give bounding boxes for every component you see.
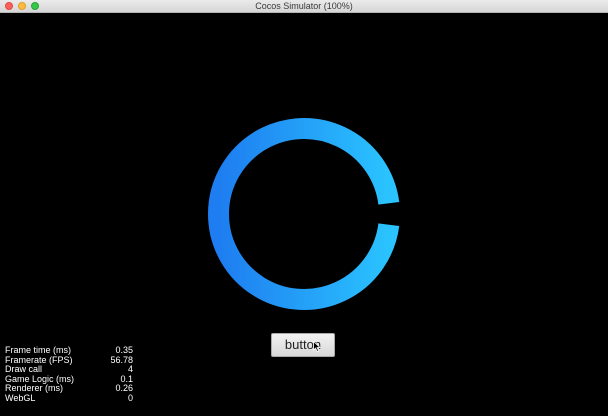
title-bar: Cocos Simulator (100%) (0, 0, 608, 13)
stat-label: WebGL (5, 392, 36, 403)
stat-row: WebGL 0 (5, 392, 133, 404)
stat-value: 0 (127, 392, 133, 403)
mouse-cursor-icon (313, 341, 321, 352)
progress-ring-arc (208, 118, 400, 310)
stats-panel: Frame time (ms) 0.35 Framerate (FPS) 56.78 D… (5, 345, 133, 404)
scene-button[interactable]: button (271, 333, 335, 357)
window-title: Cocos Simulator (100%) (255, 1, 353, 11)
simulator-window: Cocos Simulator (100%) Frame time (ms) 0.… (0, 0, 608, 416)
